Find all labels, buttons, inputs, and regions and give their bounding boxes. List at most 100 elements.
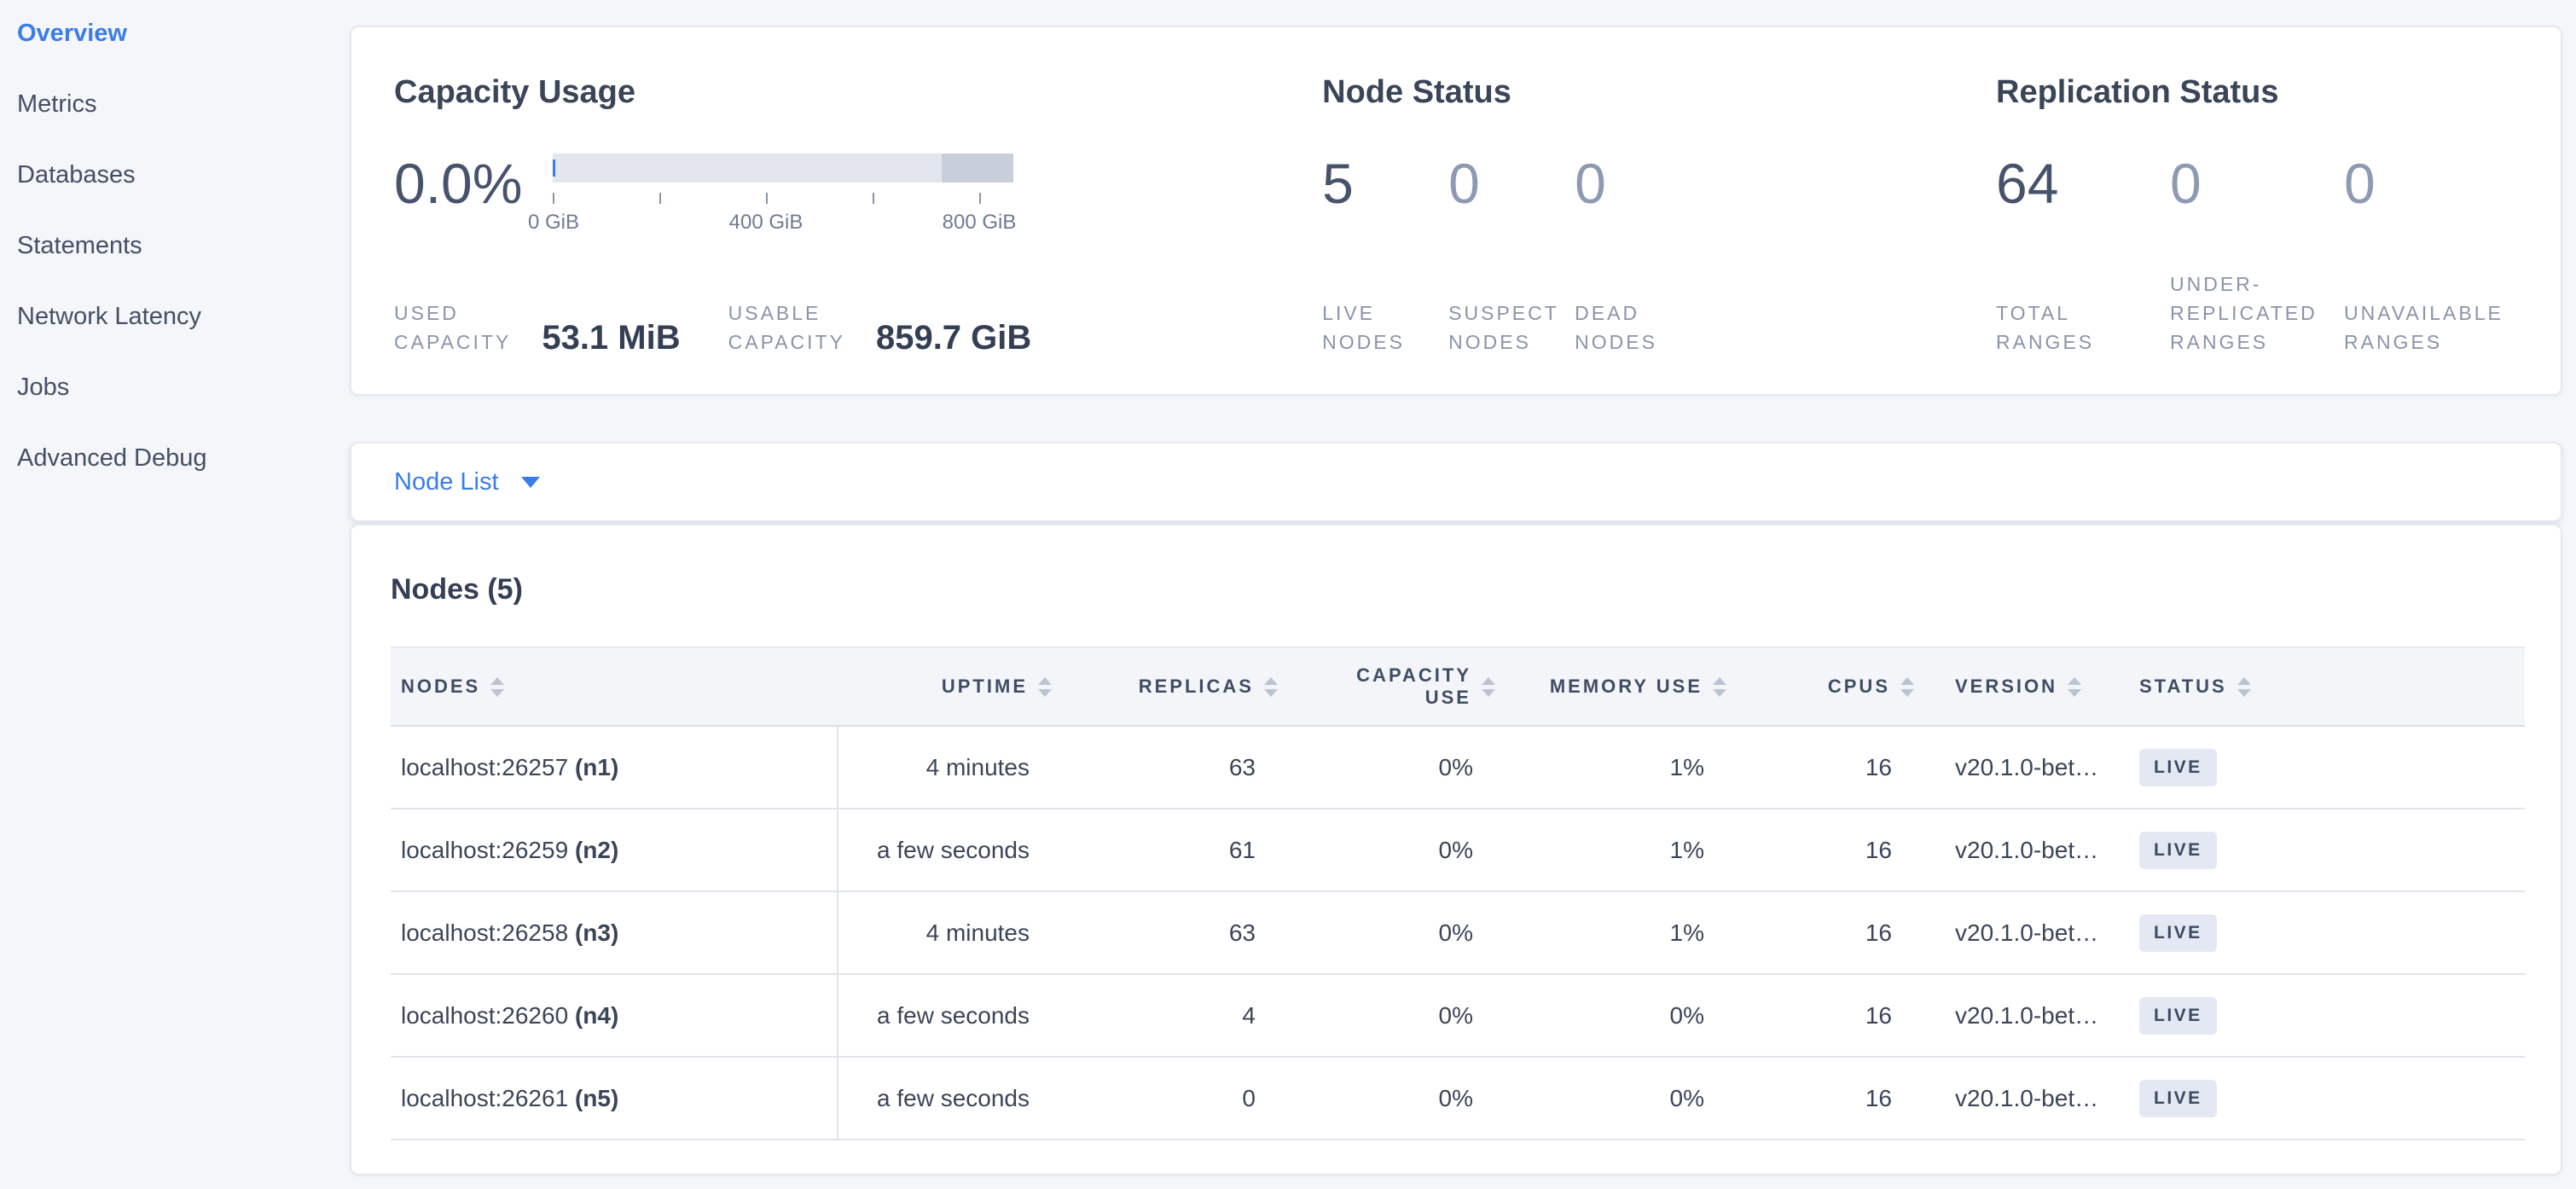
cpus-cell: 16 bbox=[1743, 891, 1931, 974]
status-badge: LIVE bbox=[2139, 914, 2217, 952]
capacity-bar-chart: 0 GiB 400 GiB 800 GiB bbox=[553, 154, 1013, 236]
table-row: localhost:26261 (n5) a few seconds 0 0% … bbox=[391, 1057, 2525, 1140]
total-ranges-stat: 64 TOTAL RANGES bbox=[1996, 154, 2170, 357]
column-header-uptime[interactable]: UPTIME bbox=[838, 647, 1069, 726]
sidebar-item-advanced-debug[interactable]: Advanced Debug bbox=[17, 442, 350, 474]
live-nodes-value: 5 bbox=[1322, 154, 1448, 213]
cpus-cell: 16 bbox=[1743, 1057, 1931, 1140]
axis-label-0gib: 0 GiB bbox=[528, 211, 579, 235]
sidebar-item-statements[interactable]: Statements bbox=[17, 229, 350, 262]
cluster-summary-panel: Capacity Usage 0.0% 0 GiB bbox=[350, 26, 2562, 396]
unavailable-ranges-stat: 0 UNAVAILABLE RANGES bbox=[2344, 154, 2518, 357]
capacity-usage-section: Capacity Usage 0.0% 0 GiB bbox=[394, 27, 1322, 394]
capacity-use-cell: 0% bbox=[1295, 974, 1512, 1057]
under-replicated-ranges-label: UNDER- REPLICATED RANGES bbox=[2170, 270, 2344, 357]
live-nodes-stat: 5 LIVE NODES bbox=[1322, 154, 1448, 357]
under-replicated-ranges-value: 0 bbox=[2170, 154, 2344, 213]
sort-icon bbox=[2068, 677, 2081, 697]
node-list-dropdown[interactable]: Node List bbox=[350, 442, 2562, 522]
status-badge: LIVE bbox=[2139, 832, 2217, 869]
capacity-use-cell: 0% bbox=[1295, 809, 1512, 891]
sidebar-item-jobs[interactable]: Jobs bbox=[17, 371, 350, 403]
capacity-axis-labels: 0 GiB 400 GiB 800 GiB bbox=[553, 211, 1013, 236]
node-list-dropdown-label[interactable]: Node List bbox=[394, 468, 499, 496]
node-id: (n4) bbox=[575, 1002, 618, 1029]
capacity-usage-title: Capacity Usage bbox=[394, 72, 1322, 113]
replicas-cell: 4 bbox=[1069, 974, 1295, 1057]
table-row: localhost:26258 (n3) 4 minutes 63 0% 1% … bbox=[391, 891, 2525, 974]
replication-status-title: Replication Status bbox=[1996, 72, 2518, 113]
column-header-nodes[interactable]: NODES bbox=[391, 647, 838, 726]
replicas-cell: 63 bbox=[1069, 891, 1295, 974]
replication-status-section: Replication Status 64 TOTAL RANGES 0 UND… bbox=[1996, 27, 2518, 394]
used-capacity-label: USED CAPACITY bbox=[394, 299, 511, 357]
node-status-title: Node Status bbox=[1322, 72, 1996, 113]
sidebar-item-network-latency[interactable]: Network Latency bbox=[17, 300, 350, 333]
memory-use-cell: 1% bbox=[1512, 891, 1743, 974]
nodes-table-card: Nodes (5) NODES UPTIME REPLICAS bbox=[350, 524, 2562, 1175]
column-header-version[interactable]: VERSION bbox=[1931, 647, 2119, 726]
table-row: localhost:26257 (n1) 4 minutes 63 0% 1% … bbox=[391, 726, 2525, 809]
node-address-link[interactable]: localhost:26258 bbox=[401, 919, 568, 946]
column-header-status[interactable]: STATUS bbox=[2119, 647, 2525, 726]
capacity-use-cell: 0% bbox=[1295, 726, 1512, 809]
column-header-replicas[interactable]: REPLICAS bbox=[1069, 647, 1295, 726]
usable-capacity-value: 859.7 GiB bbox=[876, 319, 1031, 357]
version-cell: v20.1.0-bet… bbox=[1931, 891, 2119, 974]
cpus-cell: 16 bbox=[1743, 809, 1931, 891]
sort-icon bbox=[490, 677, 504, 697]
capacity-bar bbox=[553, 154, 1013, 183]
unavailable-ranges-label: UNAVAILABLE RANGES bbox=[2344, 299, 2518, 357]
column-header-capacity-use[interactable]: CAPACITY USE bbox=[1295, 647, 1512, 726]
memory-use-cell: 1% bbox=[1512, 726, 1743, 809]
sort-icon bbox=[1038, 677, 1052, 697]
used-capacity-value: 53.1 MiB bbox=[542, 319, 680, 357]
axis-label-400gib: 400 GiB bbox=[729, 211, 804, 235]
axis-label-800gib: 800 GiB bbox=[943, 211, 1017, 235]
suspect-nodes-stat: 0 SUSPECT NODES bbox=[1448, 154, 1575, 357]
sidebar-item-databases[interactable]: Databases bbox=[17, 159, 350, 191]
capacity-used-percent: 0.0% bbox=[394, 154, 553, 213]
capacity-bar-used-marker bbox=[553, 160, 555, 177]
memory-use-cell: 1% bbox=[1512, 809, 1743, 891]
capacity-use-cell: 0% bbox=[1295, 891, 1512, 974]
dead-nodes-label: DEAD NODES bbox=[1575, 299, 1701, 357]
capacity-use-cell: 0% bbox=[1295, 1057, 1512, 1140]
under-replicated-ranges-stat: 0 UNDER- REPLICATED RANGES bbox=[2170, 154, 2344, 357]
sidebar-item-metrics[interactable]: Metrics bbox=[17, 88, 350, 120]
version-cell: v20.1.0-bet… bbox=[1931, 1057, 2119, 1140]
capacity-bar-reserved-segment bbox=[942, 154, 1013, 183]
status-badge: LIVE bbox=[2139, 997, 2217, 1035]
total-ranges-label: TOTAL RANGES bbox=[1996, 299, 2170, 357]
node-id: (n2) bbox=[575, 837, 618, 863]
replicas-cell: 61 bbox=[1069, 809, 1295, 891]
node-id: (n5) bbox=[575, 1085, 618, 1111]
column-header-memory-use[interactable]: MEMORY USE bbox=[1512, 647, 1743, 726]
unavailable-ranges-value: 0 bbox=[2344, 154, 2518, 213]
version-cell: v20.1.0-bet… bbox=[1931, 726, 2119, 809]
memory-use-cell: 0% bbox=[1512, 974, 1743, 1057]
cpus-cell: 16 bbox=[1743, 974, 1931, 1057]
uptime-cell: a few seconds bbox=[838, 1057, 1069, 1140]
node-address-link[interactable]: localhost:26261 bbox=[401, 1085, 568, 1111]
status-badge: LIVE bbox=[2139, 749, 2217, 786]
suspect-nodes-label: SUSPECT NODES bbox=[1448, 299, 1575, 357]
sidebar-item-overview[interactable]: Overview bbox=[17, 17, 350, 49]
sort-icon bbox=[1482, 677, 1495, 697]
nodes-table: NODES UPTIME REPLICAS CAPACITY USE MEMOR… bbox=[391, 647, 2525, 1140]
node-id: (n3) bbox=[575, 919, 618, 946]
total-ranges-value: 64 bbox=[1996, 154, 2170, 213]
uptime-cell: 4 minutes bbox=[838, 891, 1069, 974]
usable-capacity-label: USABLE CAPACITY bbox=[728, 299, 845, 357]
sidebar: Overview Metrics Databases Statements Ne… bbox=[0, 0, 350, 513]
node-address-link[interactable]: localhost:26260 bbox=[401, 1002, 568, 1029]
cpus-cell: 16 bbox=[1743, 726, 1931, 809]
uptime-cell: a few seconds bbox=[838, 974, 1069, 1057]
node-address-link[interactable]: localhost:26259 bbox=[401, 837, 568, 863]
replicas-cell: 63 bbox=[1069, 726, 1295, 809]
version-cell: v20.1.0-bet… bbox=[1931, 974, 2119, 1057]
table-row: localhost:26259 (n2) a few seconds 61 0%… bbox=[391, 809, 2525, 891]
table-row: localhost:26260 (n4) a few seconds 4 0% … bbox=[391, 974, 2525, 1057]
column-header-cpus[interactable]: CPUS bbox=[1743, 647, 1931, 726]
node-address-link[interactable]: localhost:26257 bbox=[401, 754, 568, 780]
